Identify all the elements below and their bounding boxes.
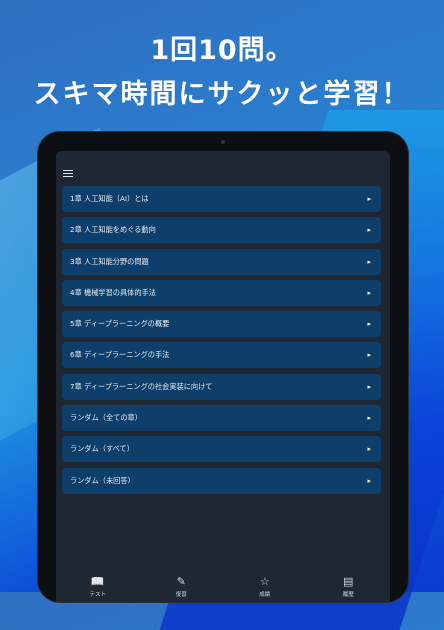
chapter-label: 7章 ディープラーニングの社会実装に向けて — [70, 381, 213, 391]
headline-line1: 1回10問。 — [150, 35, 294, 66]
chapter-label: 6章 ディープラーニングの手法 — [70, 350, 170, 360]
chapter-label: 2章 人工知能をめぐる動向 — [70, 225, 156, 235]
chapter-item-7[interactable]: 7章 ディープラーニングの社会実装に向けて ▸ — [62, 373, 381, 400]
chapter-item-5[interactable]: 5章 ディープラーニングの概要 ▸ — [62, 311, 381, 338]
app-screen: 1章 人工知能（AI）とは ▸ 2章 人工知能をめぐる動向 ▸ 3章 人工知能分野の… — [56, 151, 390, 602]
chapter-item-1[interactable]: 1章 人工知能（AI）とは ▸ — [62, 186, 381, 212]
chevron-right-icon: ▸ — [367, 226, 371, 235]
chevron-right-icon: ▸ — [367, 476, 371, 485]
chapter-label: 3章 人工知能分野の問題 — [70, 256, 149, 266]
chapter-label: ランダム（すべて） — [70, 444, 134, 454]
hamburger-menu-icon[interactable] — [63, 168, 73, 179]
star-icon: ☆ — [259, 575, 270, 588]
chevron-right-icon: ▸ — [367, 257, 371, 266]
pencil-icon: ✎ — [176, 575, 186, 588]
book-icon: 📖 — [90, 575, 105, 588]
chapter-label: 1章 人工知能（AI）とは — [70, 194, 149, 203]
tab-results[interactable]: ☆ 成績 — [223, 572, 307, 602]
chapter-label: 4章 機械学習の具体的手法 — [70, 287, 156, 297]
chapter-label: 5章 ディープラーニングの概要 — [70, 319, 170, 329]
random-unanswered-item[interactable]: ランダム（未回答） ▸ — [62, 467, 381, 494]
tab-label: 復習 — [175, 592, 187, 598]
bottom-tab-bar: 📖 テスト ✎ 復習 ☆ 成績 ▤ 履歴 — [56, 572, 390, 602]
chevron-right-icon: ▸ — [367, 351, 371, 360]
headline-line2: スキマ時間にサクッと学習！ — [33, 79, 411, 110]
camera-dot — [221, 140, 225, 144]
chapter-list: 1章 人工知能（AI）とは ▸ 2章 人工知能をめぐる動向 ▸ 3章 人工知能分野の… — [62, 186, 381, 499]
chapter-item-2[interactable]: 2章 人工知能をめぐる動向 ▸ — [62, 217, 381, 244]
chevron-right-icon: ▸ — [367, 195, 371, 203]
tablet-frame: 1章 人工知能（AI）とは ▸ 2章 人工知能をめぐる動向 ▸ 3章 人工知能分野の… — [38, 132, 408, 602]
tab-label: 履歴 — [342, 592, 354, 598]
random-all-chapters-item[interactable]: ランダム（全ての章） ▸ — [62, 405, 381, 432]
tab-label: 成績 — [259, 592, 271, 598]
chapter-label: ランダム（未回答） — [70, 475, 135, 485]
tab-test[interactable]: 📖 テスト — [56, 572, 140, 602]
chapter-item-6[interactable]: 6章 ディープラーニングの手法 ▸ — [62, 342, 381, 369]
tab-review[interactable]: ✎ 復習 — [140, 572, 224, 602]
chevron-right-icon: ▸ — [367, 445, 371, 454]
chapter-label: ランダム（全ての章） — [70, 413, 142, 423]
chapter-item-3[interactable]: 3章 人工知能分野の問題 ▸ — [62, 248, 381, 275]
tab-label: テスト — [89, 592, 106, 598]
chevron-right-icon: ▸ — [367, 320, 371, 329]
tab-history[interactable]: ▤ 履歴 — [307, 572, 391, 602]
chevron-right-icon: ▸ — [367, 414, 371, 423]
random-all-item[interactable]: ランダム（すべて） ▸ — [62, 436, 381, 463]
chevron-right-icon: ▸ — [367, 382, 371, 391]
list-icon: ▤ — [343, 575, 354, 588]
chapter-item-4[interactable]: 4章 機械学習の具体的手法 ▸ — [62, 279, 381, 306]
chevron-right-icon: ▸ — [367, 288, 371, 297]
